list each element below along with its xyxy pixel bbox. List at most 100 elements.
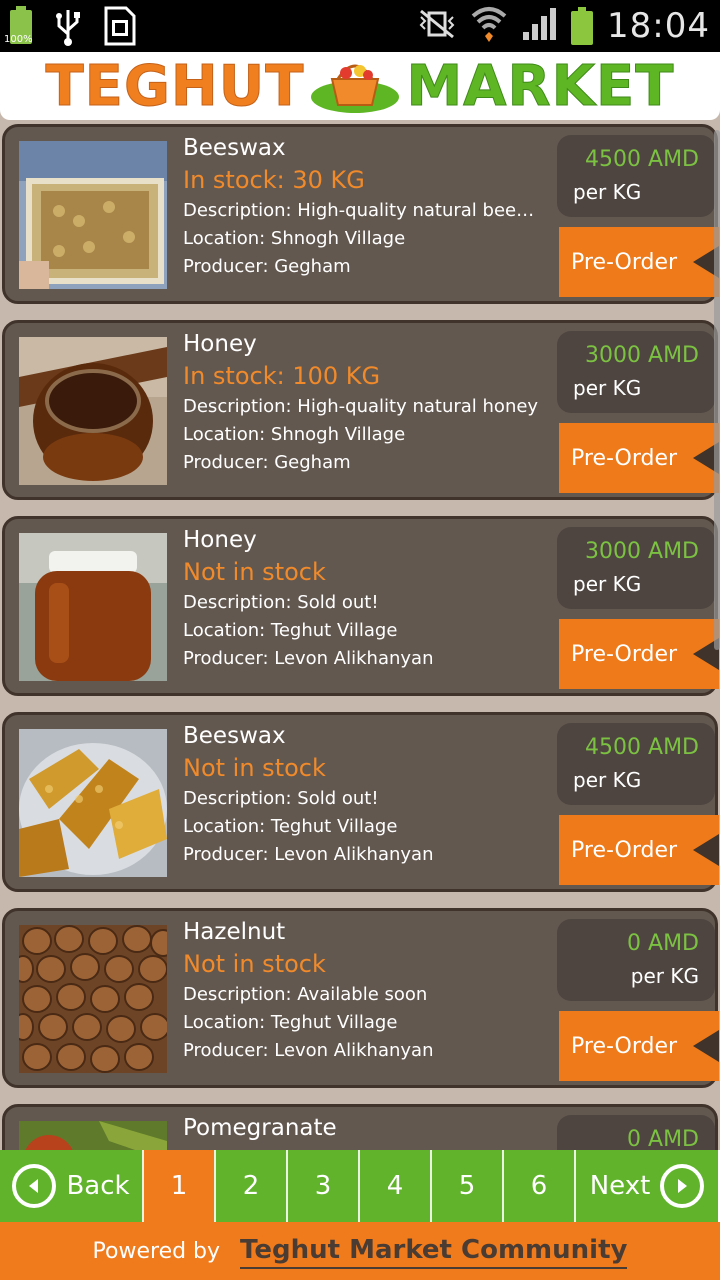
product-description: Description: Available soon	[183, 984, 428, 1005]
product-card[interactable]: Honey In stock: 100 KG Description: High…	[2, 320, 719, 500]
pre-order-button[interactable]: Pre-Order	[559, 619, 719, 689]
page-button-1[interactable]: 1	[144, 1150, 216, 1222]
vibrate-mute-icon	[417, 9, 457, 43]
pre-order-label: Pre-Order	[571, 1033, 678, 1059]
community-link[interactable]: Teghut Market Community	[240, 1233, 628, 1269]
product-image-honey-jar	[19, 533, 167, 681]
sd-card-icon	[102, 6, 136, 50]
pre-order-button[interactable]: Pre-Order	[559, 227, 719, 297]
pre-order-label: Pre-Order	[571, 837, 678, 863]
product-card[interactable]: Pomegranate 0 AMD	[2, 1104, 718, 1150]
pre-order-button[interactable]: Pre-Order	[559, 815, 719, 885]
pagination-bar: Back 1 2 3 4 5 6 Next	[0, 1150, 720, 1222]
stock-status: Not in stock	[183, 558, 326, 586]
next-label: Next	[589, 1171, 651, 1201]
usb-icon	[54, 6, 82, 50]
page-number: 6	[530, 1171, 548, 1201]
product-list[interactable]: Beeswax In stock: 30 KG Description: Hig…	[0, 122, 720, 1150]
battery-small-icon: 100%	[4, 6, 34, 46]
pre-order-button[interactable]: Pre-Order	[559, 423, 719, 493]
next-button[interactable]: Next	[576, 1150, 718, 1222]
wifi-icon	[471, 4, 507, 48]
product-image-honey-jar-open	[19, 337, 167, 485]
product-name: Beeswax	[183, 723, 286, 749]
stock-status: In stock: 100 KG	[183, 362, 381, 390]
price-unit: per KG	[630, 964, 699, 988]
page-number: 3	[314, 1171, 332, 1201]
app-header: TEGHUT MARKET	[0, 52, 720, 120]
product-card[interactable]: Hazelnut Not in stock Description: Avail…	[2, 908, 719, 1088]
back-label: Back	[66, 1171, 130, 1201]
product-location: Location: Shnogh Village	[183, 228, 406, 249]
page-button-2[interactable]: 2	[216, 1150, 288, 1222]
product-producer: Producer: Levon Alikhanyan	[183, 648, 434, 669]
app-logo: TEGHUT MARKET	[45, 53, 675, 119]
logo-word-teghut: TEGHUT	[45, 53, 305, 119]
product-price: 3000 AMD	[585, 539, 699, 564]
back-button[interactable]: Back	[0, 1150, 144, 1222]
product-card[interactable]: Beeswax In stock: 30 KG Description: Hig…	[2, 124, 719, 304]
pre-order-label: Pre-Order	[571, 641, 678, 667]
next-arrow-icon	[660, 1164, 705, 1208]
product-producer: Producer: Levon Alikhanyan	[183, 1040, 434, 1061]
page-button-5[interactable]: 5	[432, 1150, 504, 1222]
ribbon-notch	[693, 1030, 719, 1062]
product-location: Location: Shnogh Village	[183, 424, 406, 445]
pre-order-button[interactable]: Pre-Order	[559, 1011, 719, 1081]
price-unit: per KG	[573, 572, 642, 596]
page-number: 1	[170, 1171, 188, 1201]
product-description: Description: Sold out!	[183, 788, 379, 809]
product-price: 0 AMD	[627, 931, 699, 956]
product-location: Location: Teghut Village	[183, 816, 398, 837]
page-button-6[interactable]: 6	[504, 1150, 576, 1222]
price-box: 4500 AMD per KG	[557, 135, 715, 217]
product-price: 0 AMD	[627, 1127, 699, 1150]
page-number: 2	[242, 1171, 260, 1201]
price-box: 0 AMD	[557, 1115, 715, 1150]
signal-icon	[521, 6, 557, 46]
product-price: 4500 AMD	[585, 147, 699, 172]
back-arrow-icon	[12, 1164, 57, 1208]
product-price: 4500 AMD	[585, 735, 699, 760]
product-producer: Producer: Gegham	[183, 256, 351, 277]
stock-status: Not in stock	[183, 950, 326, 978]
product-producer: Producer: Gegham	[183, 452, 351, 473]
footer: Powered by Teghut Market Community	[0, 1222, 720, 1280]
product-image-pomegranate	[19, 1121, 167, 1150]
product-image-beeswax-frame	[19, 141, 167, 289]
product-name: Beeswax	[183, 135, 286, 161]
battery-percent: 100%	[4, 34, 33, 45]
battery-icon	[571, 7, 594, 45]
stock-status: Not in stock	[183, 754, 326, 782]
page-button-4[interactable]: 4	[360, 1150, 432, 1222]
basket-icon	[310, 57, 400, 115]
product-image-honeycomb	[19, 729, 167, 877]
page-number: 4	[386, 1171, 404, 1201]
price-box: 3000 AMD per KG	[557, 527, 715, 609]
product-name: Hazelnut	[183, 919, 286, 945]
stock-status: In stock: 30 KG	[183, 166, 365, 194]
page-button-3[interactable]: 3	[288, 1150, 360, 1222]
logo-word-market: MARKET	[406, 53, 675, 119]
product-description: Description: High-quality natural beew..…	[183, 200, 543, 221]
product-name: Honey	[183, 331, 257, 357]
product-image-hazelnuts	[19, 925, 167, 1073]
page-number: 5	[458, 1171, 476, 1201]
product-description: Description: Sold out!	[183, 592, 379, 613]
price-box: 3000 AMD per KG	[557, 331, 715, 413]
product-location: Location: Teghut Village	[183, 620, 398, 641]
product-card[interactable]: Beeswax Not in stock Description: Sold o…	[2, 712, 719, 892]
product-producer: Producer: Levon Alikhanyan	[183, 844, 434, 865]
powered-by-label: Powered by	[92, 1238, 221, 1264]
product-name: Honey	[183, 527, 257, 553]
price-unit: per KG	[573, 180, 642, 204]
price-unit: per KG	[573, 768, 642, 792]
list-scrollbar[interactable]	[714, 130, 720, 650]
product-name: Pomegranate	[183, 1115, 337, 1141]
ribbon-notch	[693, 834, 719, 866]
clock: 18:04	[607, 6, 710, 46]
product-location: Location: Teghut Village	[183, 1012, 398, 1033]
price-unit: per KG	[573, 376, 642, 400]
pre-order-label: Pre-Order	[571, 445, 678, 471]
product-card[interactable]: Honey Not in stock Description: Sold out…	[2, 516, 719, 696]
